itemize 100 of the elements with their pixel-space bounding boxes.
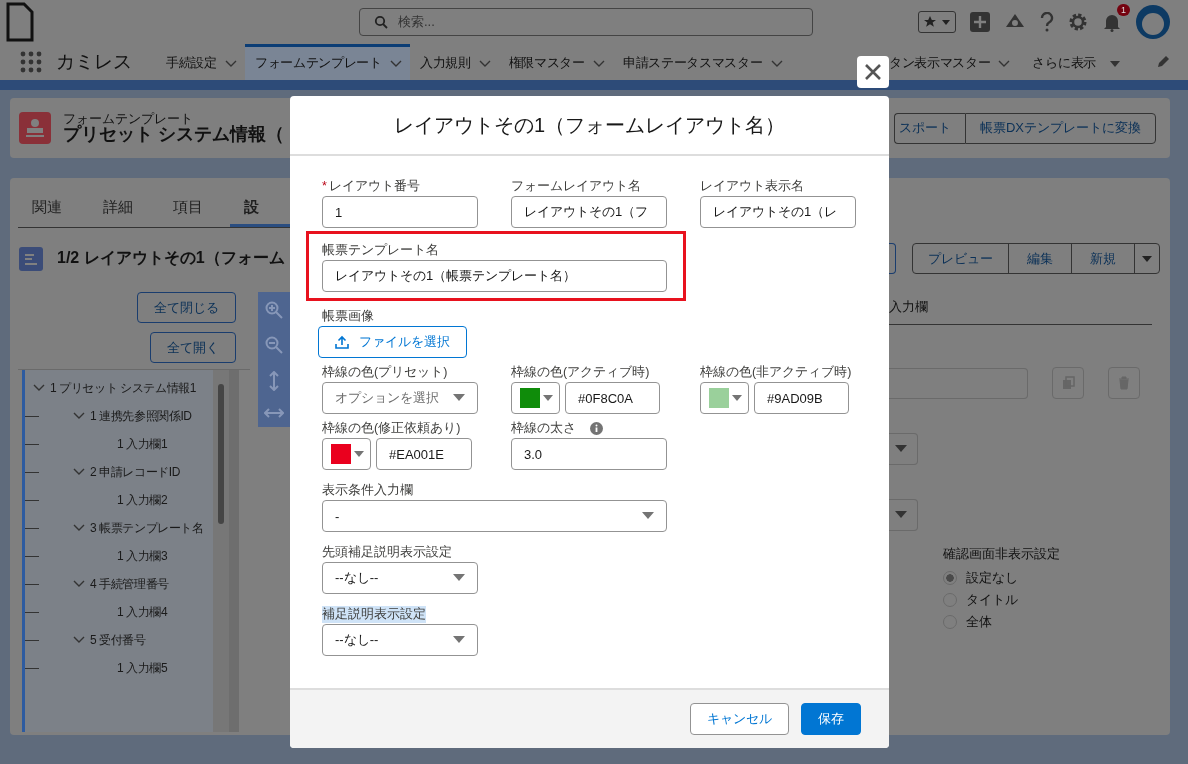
file-upload-button[interactable]: ファイルを選択 xyxy=(318,326,467,358)
plus-icon[interactable] xyxy=(970,12,990,32)
chevron-down-icon[interactable] xyxy=(73,636,85,644)
nav-tab[interactable]: 申請ステータスマスター xyxy=(612,44,791,80)
zoom-in-icon[interactable] xyxy=(265,300,283,319)
cancel-button[interactable]: キャンセル xyxy=(690,703,789,735)
tree-toggle-button[interactable]: 全て閉じる xyxy=(137,292,236,323)
action-button[interactable]: スポート xyxy=(893,112,965,144)
nav-tab[interactable]: 権限マスター xyxy=(498,44,613,80)
detail-tab[interactable]: 項目 xyxy=(159,194,230,227)
scrollbar[interactable] xyxy=(213,370,229,732)
star-icon xyxy=(923,15,937,29)
nav-tab[interactable]: 手続設定 xyxy=(156,44,245,80)
vertical-arrows-icon[interactable] xyxy=(269,371,279,392)
pencil-icon[interactable] xyxy=(1156,55,1170,69)
text-input[interactable]: レイアウトその1（レ xyxy=(700,196,856,228)
help-icon[interactable] xyxy=(1040,12,1054,32)
tree-item[interactable]: 1 入力欄1 xyxy=(117,435,168,453)
layout-action-button[interactable]: 新規 xyxy=(1072,244,1135,273)
color-hex-input[interactable]: #EA001E xyxy=(376,438,472,470)
chevron-down-icon xyxy=(478,59,491,68)
select-field[interactable]: --なし-- xyxy=(322,562,478,594)
action-button[interactable]: 帳票DXテンプレートに変換 xyxy=(964,112,1156,144)
zoom-out-icon[interactable] xyxy=(265,335,283,354)
chevron-down-icon[interactable] xyxy=(73,412,85,420)
field-label: レイアウト番号 xyxy=(328,177,420,195)
text-input[interactable]: レイアウトその1（フ xyxy=(511,196,667,228)
radio-label: 設定なし xyxy=(966,569,1018,587)
favorites-button[interactable] xyxy=(918,11,956,33)
select-field[interactable]: - xyxy=(322,500,667,532)
select-field[interactable]: オプションを選択 xyxy=(322,382,478,414)
caret-icon xyxy=(1110,59,1120,68)
tree-item[interactable]: 1 連携先参照関係ID xyxy=(90,407,192,425)
chevron-down-icon[interactable] xyxy=(73,580,85,588)
document-icon xyxy=(4,2,36,42)
trash-icon xyxy=(1117,376,1131,390)
tree-toggle-button[interactable]: 全て開く xyxy=(150,332,236,363)
modal-title: レイアウトその1（フォームレイアウト名） xyxy=(393,112,786,138)
save-button[interactable]: 保存 xyxy=(801,703,861,735)
nav-tab[interactable]: フォームテンプレート xyxy=(244,44,410,80)
avatar[interactable] xyxy=(1136,5,1170,39)
chevron-down-icon[interactable] xyxy=(33,384,45,392)
tree-item[interactable]: 1 入力欄5 xyxy=(117,659,168,677)
field-label: 枠線の太さ xyxy=(511,419,576,437)
tree-item[interactable]: 4 手続管理番号 xyxy=(90,575,169,593)
text-input[interactable]: レイアウトその1（帳票テンプレート名） xyxy=(322,260,667,292)
color-hex-input[interactable]: #0F8C0A xyxy=(565,382,660,414)
section-tab[interactable]: 入力欄 xyxy=(889,299,928,314)
tree-item[interactable]: 1 入力欄2 xyxy=(117,491,168,509)
tree-item[interactable]: 3 帳票テンプレート名 xyxy=(90,519,204,537)
chevron-down-icon xyxy=(224,59,237,68)
copy-icon xyxy=(1061,376,1075,390)
field-label: 枠線の色(非アクティブ時) xyxy=(700,363,852,381)
layout-heading: 1/2 レイアウトその1（フォーム xyxy=(57,248,285,268)
close-button[interactable] xyxy=(857,56,889,88)
color-picker-button[interactable] xyxy=(700,382,749,414)
color-picker-button[interactable] xyxy=(322,438,371,470)
more-tab[interactable]: さらに表示 xyxy=(1022,44,1128,80)
color-picker-button[interactable] xyxy=(511,382,560,414)
select-field[interactable]: --なし-- xyxy=(322,624,478,656)
field-label: 帳票画像 xyxy=(322,307,374,325)
tree-item[interactable]: 1 プリセット システム情報1 xyxy=(50,379,197,397)
tree-item[interactable]: 1 入力欄3 xyxy=(117,547,168,565)
chevron-down-icon[interactable] xyxy=(73,468,85,476)
caret-icon xyxy=(453,636,465,644)
bell-icon[interactable] xyxy=(1102,12,1122,32)
tree-item[interactable]: 1 入力欄4 xyxy=(117,603,168,621)
caret-icon xyxy=(895,445,907,453)
search-field[interactable]: 検索... xyxy=(359,8,813,36)
layout-action-button[interactable]: 編集 xyxy=(1009,244,1072,273)
field-label: 補足説明表示設定 xyxy=(322,605,426,623)
field-label: 帳票テンプレート名 xyxy=(322,241,439,259)
chevron-down-icon xyxy=(770,59,783,68)
color-hex-input[interactable]: #9AD09B xyxy=(754,382,849,414)
settings-icon[interactable] xyxy=(1068,12,1088,32)
detail-tab[interactable]: 関連 xyxy=(18,194,89,227)
horizontal-arrows-icon[interactable] xyxy=(264,408,284,419)
info-icon[interactable] xyxy=(590,421,603,435)
chevron-down-icon xyxy=(998,59,1011,68)
chevron-down-icon xyxy=(389,59,402,68)
field-label: フォームレイアウト名 xyxy=(511,177,641,195)
field-label: レイアウト表示名 xyxy=(700,177,804,195)
tree-item[interactable]: 5 受付番号 xyxy=(90,631,146,649)
radio-group-label: 確認画面非表示設定 xyxy=(943,545,1061,563)
chevron-down-icon[interactable] xyxy=(73,524,85,532)
text-input[interactable]: 3.0 xyxy=(511,438,667,470)
field-label: 枠線の色(修正依頼あり) xyxy=(322,419,461,437)
tree-item[interactable]: 2 申請レコードID xyxy=(90,463,180,481)
app-launcher-icon[interactable] xyxy=(20,51,42,73)
nav-tab[interactable]: タン表示マスター xyxy=(888,44,1019,80)
field-label: 枠線の色(プリセット) xyxy=(322,363,448,381)
field-label: 表示条件入力欄 xyxy=(322,481,413,499)
text-input[interactable]: 1 xyxy=(322,196,478,228)
caret-icon xyxy=(941,17,951,27)
radio-button[interactable] xyxy=(943,571,957,585)
nav-tab[interactable]: 入力規則 xyxy=(409,44,499,80)
caret-icon xyxy=(453,574,465,582)
detail-tab[interactable]: 詳細 xyxy=(88,194,159,227)
layout-action-button[interactable]: プレビュー xyxy=(913,244,1009,273)
field-label: 枠線の色(アクティブ時) xyxy=(511,363,650,381)
